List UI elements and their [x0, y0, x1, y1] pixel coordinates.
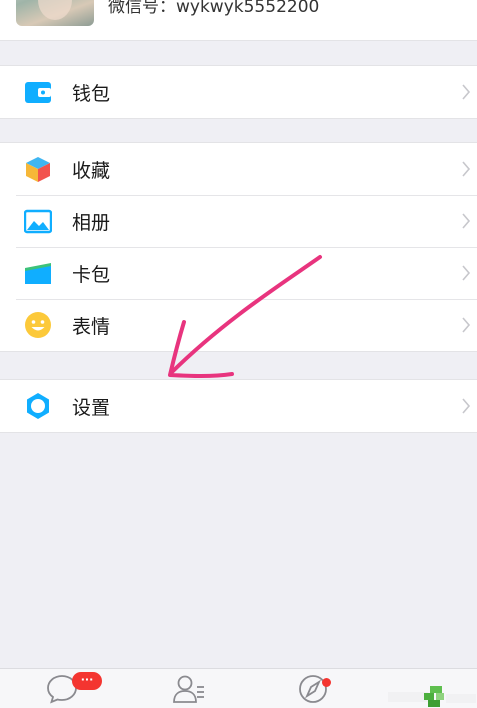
menu-item-wallet[interactable]: 钱包 [0, 66, 477, 118]
menu-label: 钱包 [72, 82, 111, 105]
gear-icon [27, 393, 49, 419]
menu-label: 相册 [72, 211, 111, 234]
cube-icon [26, 157, 50, 182]
card-icon [25, 263, 51, 284]
wallet-icon [25, 82, 51, 103]
unread-badge: ··· [72, 672, 102, 690]
menu-label: 设置 [72, 396, 111, 419]
profile-header[interactable]: 微信号：wykwyk5552200 [0, 0, 477, 41]
discover-dot-badge [322, 678, 331, 687]
chevron-right-icon [462, 213, 471, 229]
group-collections: 收藏 相册 卡包 表情 [0, 142, 477, 352]
menu-item-card-wallet[interactable]: 卡包 [0, 247, 477, 299]
chevron-right-icon [462, 317, 471, 333]
menu-item-album[interactable]: 相册 [0, 195, 477, 247]
watermark-logo [388, 686, 476, 707]
chevron-right-icon [462, 84, 471, 100]
menu-item-stickers[interactable]: 表情 [0, 299, 477, 351]
group-wallet: 钱包 [0, 65, 477, 119]
group-settings: 设置 [0, 379, 477, 433]
menu-item-favorites[interactable]: 收藏 [0, 143, 477, 195]
contacts-icon[interactable] [172, 673, 206, 705]
smiley-icon [25, 312, 51, 338]
chevron-right-icon [462, 265, 471, 281]
chevron-right-icon [462, 161, 471, 177]
menu-label: 收藏 [72, 159, 111, 182]
menu-label: 表情 [72, 315, 111, 338]
wechat-id: 微信号：wykwyk5552200 [108, 0, 320, 17]
menu-item-settings[interactable]: 设置 [0, 380, 477, 432]
chevron-right-icon [462, 398, 471, 414]
picture-icon [24, 209, 52, 234]
avatar[interactable] [16, 0, 94, 26]
menu-label: 卡包 [72, 263, 111, 286]
